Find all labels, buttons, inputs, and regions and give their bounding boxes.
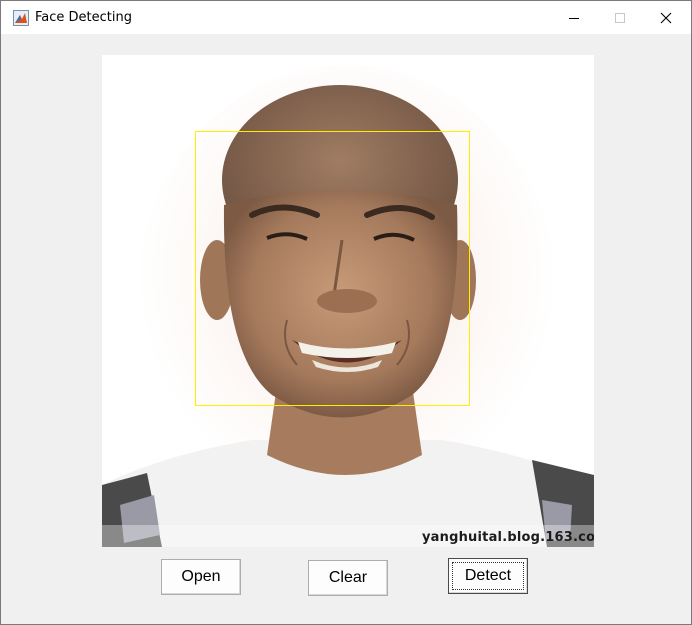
matlab-figure-icon [13, 10, 29, 26]
title-bar[interactable]: Face Detecting [1, 1, 691, 34]
clear-button-label: Clear [328, 569, 368, 586]
image-axes: yanghuital.blog.163.com [102, 55, 594, 547]
close-icon [660, 12, 672, 23]
maximize-button[interactable] [597, 1, 643, 34]
figure-content: yanghuital.blog.163.com Open Clear Detec… [1, 34, 691, 624]
close-button[interactable] [643, 1, 689, 34]
open-button-label: Open [181, 568, 221, 585]
image-watermark: yanghuital.blog.163.com [422, 530, 594, 545]
detect-button[interactable]: Detect [448, 558, 528, 594]
open-button[interactable]: Open [161, 559, 241, 595]
clear-button[interactable]: Clear [308, 560, 388, 596]
minimize-icon [569, 17, 579, 19]
minimize-button[interactable] [551, 1, 597, 34]
focus-ring [452, 562, 524, 590]
window-title: Face Detecting [35, 10, 132, 25]
face-detection-box [195, 131, 470, 406]
maximize-icon [615, 12, 625, 23]
figure-window: Face Detecting yanghuital.blog.163.com O… [0, 0, 692, 625]
